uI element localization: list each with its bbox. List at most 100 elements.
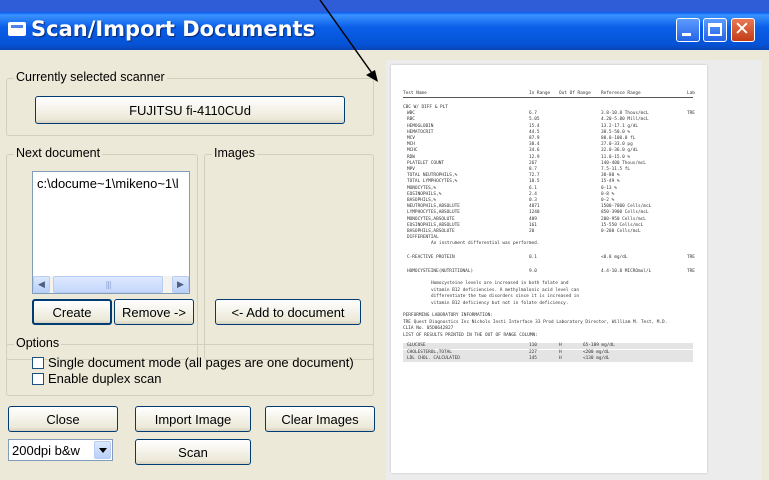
document-result-row: MONOCYTES,%: [407, 185, 437, 191]
scanner-select-button[interactable]: FUJITSU fi-4110CUd: [35, 96, 345, 124]
scanner-group: Currently selected scanner FUJITSU fi-41…: [6, 70, 374, 136]
close-icon: ✕: [734, 18, 750, 40]
scroll-thumb[interactable]: |||: [53, 276, 163, 293]
document-result-row: 200-950 Cells/mcL: [601, 216, 646, 222]
document-out-of-range-row: 145: [529, 356, 537, 362]
document-result-row: PLATELET COUNT: [407, 160, 445, 166]
document-result-row: WBC: [407, 111, 415, 117]
document-result-row: TOTAL NEUTROPHILS,%: [407, 173, 458, 179]
document-result-row: 15-49 %: [601, 179, 620, 185]
document-result-row: 4.4-10.8 MICROmol/L: [601, 269, 652, 275]
document-result-row: 9.0: [529, 269, 537, 275]
document-result-row: MONOCYTES,ABSOLUTE: [407, 216, 455, 222]
document-result-row: TRE: [687, 269, 695, 275]
document-out-of-range-row: <200 mg/dL: [583, 349, 610, 355]
document-lab-info: CLIA No. 05D0642827: [403, 326, 454, 332]
document-result-row: 4.20-5.80 Mill/mcL: [601, 117, 649, 123]
minimize-button[interactable]: [676, 18, 700, 42]
document-result-row: TRE: [687, 255, 695, 261]
document-result-row: 38.5-50.0 %: [601, 129, 631, 135]
document-result-row: MCH: [407, 142, 415, 148]
document-result-row: 34.6: [529, 148, 540, 154]
document-header-cell: Test Name: [403, 91, 427, 96]
duplex-label[interactable]: Enable duplex scan: [48, 371, 161, 386]
images-group-label: Images: [212, 146, 257, 160]
remove-button[interactable]: Remove ->: [114, 299, 194, 325]
document-out-of-range-row: CHOLESTEROL,TOTAL: [407, 349, 452, 355]
document-result-row: 6.7: [529, 111, 537, 117]
document-result-row: 1240: [529, 210, 540, 216]
document-out-of-range-row: GLUCOSE: [407, 343, 426, 349]
document-result-row: EOSINOPHILS,%: [407, 191, 442, 197]
next-document-label: Next document: [14, 146, 103, 160]
document-result-row: 1500-7800 Cells/mcL: [601, 204, 652, 210]
document-hscrollbar[interactable]: ◀ ||| ▶: [33, 276, 189, 293]
document-result-row: 0-8 %: [601, 191, 615, 197]
document-result-row: 4871: [529, 204, 540, 210]
document-result-row: 0.3: [529, 198, 537, 203]
scanner-group-label: Currently selected scanner: [14, 70, 167, 84]
document-out-of-range-row: 65-109 mg/dL: [583, 343, 615, 349]
maximize-button[interactable]: [703, 18, 727, 42]
document-out-of-range-row: 227: [529, 349, 537, 355]
document-result-row: MCHC: [407, 148, 418, 154]
import-image-button[interactable]: Import Image: [135, 406, 251, 432]
scanned-page-preview: Test Name In Range Out Of Range Reference R…: [391, 65, 707, 473]
create-button[interactable]: Create: [32, 299, 112, 325]
document-result-row: 18.5: [529, 179, 540, 185]
options-group: Options Single document mode (all pages …: [6, 336, 374, 396]
list-item[interactable]: c:\docume~1\mikeno~1\l: [37, 176, 179, 191]
document-result-row: 140-400 Thous/mcL: [601, 160, 646, 166]
chevron-down-icon[interactable]: [94, 441, 111, 459]
document-result-row: 850-3900 Cells/mcL: [601, 210, 649, 216]
document-result-row: 0-200 Cells/mcL: [601, 229, 641, 234]
scroll-right-icon[interactable]: ▶: [172, 276, 189, 293]
scroll-left-icon[interactable]: ◀: [33, 276, 50, 293]
document-result-row: 87.9: [529, 136, 540, 141]
document-header-cell: In Range: [529, 91, 551, 96]
document-out-of-range-row: <130 mg/dL: [583, 356, 610, 362]
resolution-value: 200dpi b&w: [12, 443, 80, 458]
document-result-row: 161: [529, 222, 537, 228]
document-lab-info: PERFORMING LABORATORY INFORMATION:: [403, 313, 493, 319]
title-bar[interactable]: Scan/Import Documents ✕: [0, 12, 769, 50]
document-result-row: BASOPHILS,ABSOLUTE: [407, 229, 455, 234]
document-result-row: DIFFERENTIAL: [407, 235, 439, 241]
document-result-row: 0.1: [529, 255, 537, 261]
duplex-checkbox[interactable]: [32, 373, 44, 385]
document-header-cell: Lab: [687, 91, 695, 96]
document-result-row: HEMOGLOBIN: [407, 123, 434, 129]
document-result-row: BASOPHILS,%: [407, 198, 437, 203]
document-result-row: 5.05: [529, 117, 540, 123]
clear-images-button[interactable]: Clear Images: [265, 406, 375, 432]
document-result-row: 30.4: [529, 142, 540, 148]
document-result-row: 15-550 Cells/mcL: [601, 222, 644, 228]
window-title: Scan/Import Documents: [31, 17, 316, 41]
document-listbox[interactable]: c:\docume~1\mikeno~1\l ◀ ||| ▶: [32, 171, 190, 294]
document-result-row: LYMPHOCYTES,ABSOLUTE: [407, 210, 460, 216]
document-result-row: CBC W/ DIFF & PLT: [403, 105, 448, 110]
document-out-of-range-row: H: [559, 343, 562, 349]
add-to-document-button[interactable]: <- Add to document: [215, 299, 361, 325]
next-document-group: Next document c:\docume~1\mikeno~1\l ◀ |…: [6, 146, 198, 360]
document-result-row: RBC: [407, 117, 415, 123]
image-preview-pane[interactable]: Test Name In Range Out Of Range Reference R…: [386, 60, 762, 480]
document-result-row: 72.7: [529, 173, 540, 179]
single-document-checkbox[interactable]: [32, 357, 44, 369]
close-window-button[interactable]: ✕: [731, 18, 755, 42]
close-button[interactable]: Close: [8, 406, 118, 432]
document-result-row: 80.0-100.0 fL: [601, 136, 636, 141]
document-result-row: EOSINOPHILS,ABSOLUTE: [407, 222, 460, 228]
single-document-label[interactable]: Single document mode (all pages are one …: [48, 355, 354, 370]
maximize-icon: [708, 23, 722, 36]
document-note: An instrument differential was performed…: [431, 241, 540, 247]
document-result-row: 15.4: [529, 123, 540, 129]
document-note: differentiate the two disorders since it…: [431, 294, 580, 300]
document-result-row: HOMOCYSTEINE(NUTRITIONAL): [407, 269, 474, 275]
images-group: Images <- Add to document: [204, 146, 374, 360]
document-result-row: 13.2-17.1 g/dL: [601, 123, 639, 129]
document-rule: [403, 97, 693, 98]
resolution-select[interactable]: 200dpi b&w: [8, 439, 113, 461]
scan-button[interactable]: Scan: [135, 439, 251, 465]
document-result-row: 7.5-11.5 fL: [601, 167, 631, 172]
